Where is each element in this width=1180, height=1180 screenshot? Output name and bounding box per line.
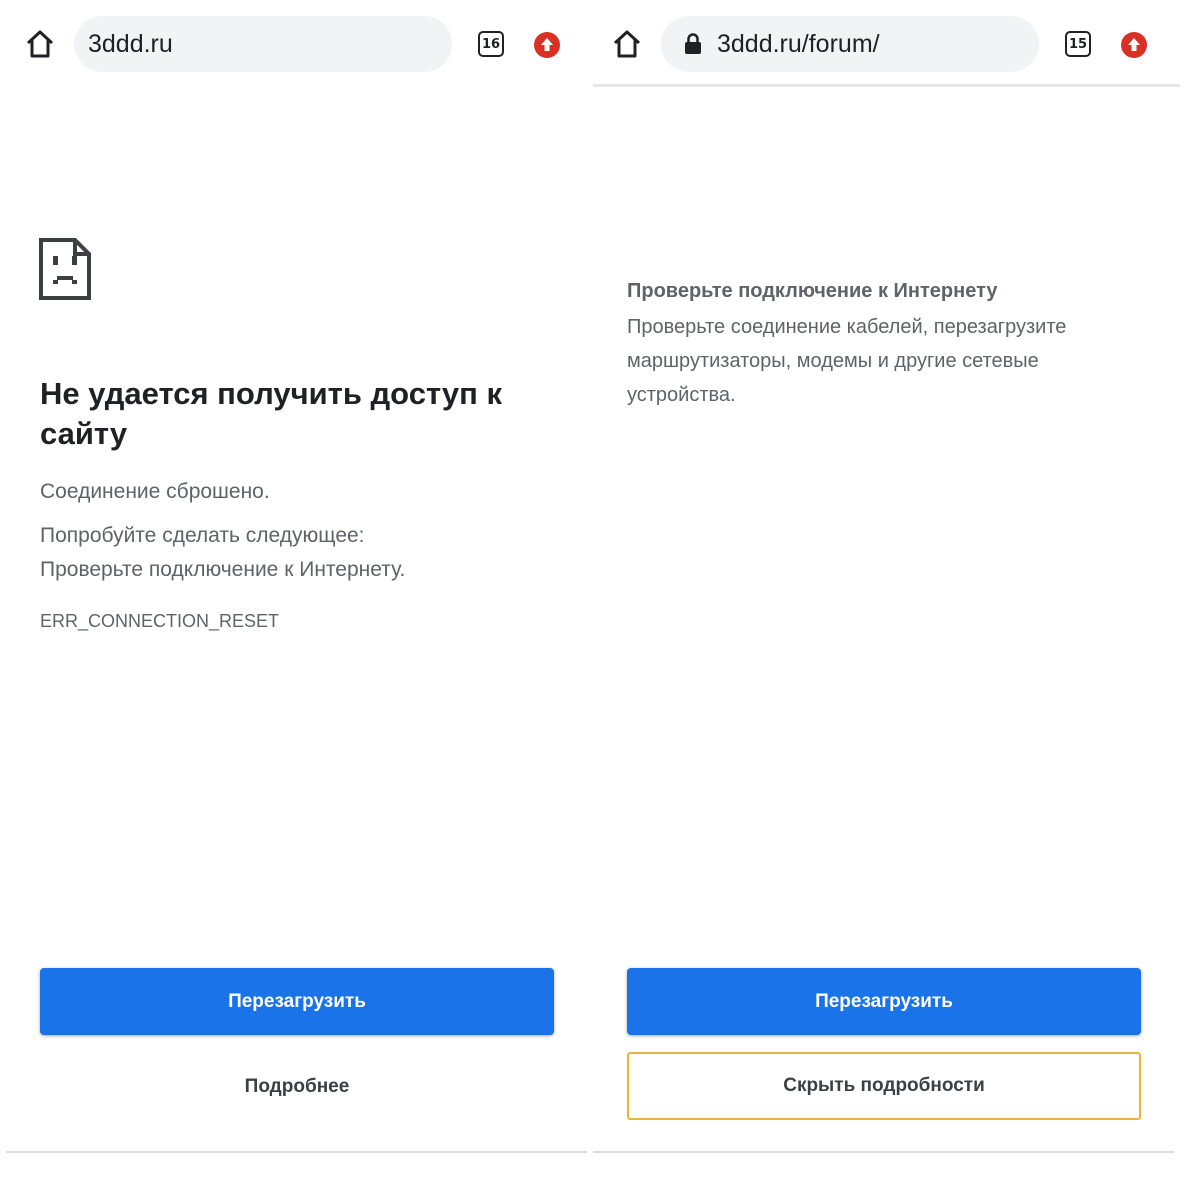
- sad-page-icon: [39, 238, 91, 305]
- tab-switcher-button[interactable]: 15: [1065, 31, 1091, 57]
- url-text: 3ddd.ru: [88, 29, 173, 58]
- try-label: Попробуйте сделать следующее:: [40, 524, 365, 547]
- update-arrow-icon[interactable]: [534, 32, 560, 58]
- tab-switcher-button[interactable]: 16: [478, 31, 504, 57]
- details-button[interactable]: Подробнее: [40, 1054, 554, 1120]
- reload-button[interactable]: Перезагрузить: [40, 968, 554, 1035]
- divider: [593, 1151, 1174, 1153]
- right-browser-screen: 3ddd.ru/forum/ 15 Проверьте подключение …: [593, 0, 1180, 1180]
- details-title: Проверьте подключение к Интернету: [627, 280, 998, 302]
- browser-toolbar: 3ddd.ru/forum/ 15: [593, 0, 1180, 87]
- suggestion-text: Проверьте подключение к Интернету.: [40, 558, 406, 581]
- details-body: Проверьте соединение кабелей, перезагруз…: [627, 316, 1067, 406]
- url-text: 3ddd.ru/forum/: [717, 29, 880, 58]
- lock-icon[interactable]: [683, 33, 703, 55]
- error-reason: Соединение сброшено.: [40, 480, 270, 503]
- address-bar[interactable]: 3ddd.ru/forum/: [661, 16, 1039, 72]
- home-icon[interactable]: [611, 28, 643, 60]
- reload-button[interactable]: Перезагрузить: [627, 968, 1141, 1035]
- error-code: ERR_CONNECTION_RESET: [40, 611, 280, 631]
- left-browser-screen: 3ddd.ru 16 Не удается получить доступ к …: [0, 0, 587, 1180]
- update-arrow-icon[interactable]: [1121, 32, 1147, 58]
- page-title: Не удается получить доступ к сайту: [40, 376, 502, 451]
- address-bar[interactable]: 3ddd.ru: [74, 16, 452, 72]
- home-icon[interactable]: [24, 28, 56, 60]
- hide-details-button[interactable]: Скрыть подробности: [627, 1052, 1141, 1120]
- divider: [6, 1151, 587, 1153]
- browser-toolbar: 3ddd.ru 16: [0, 0, 587, 86]
